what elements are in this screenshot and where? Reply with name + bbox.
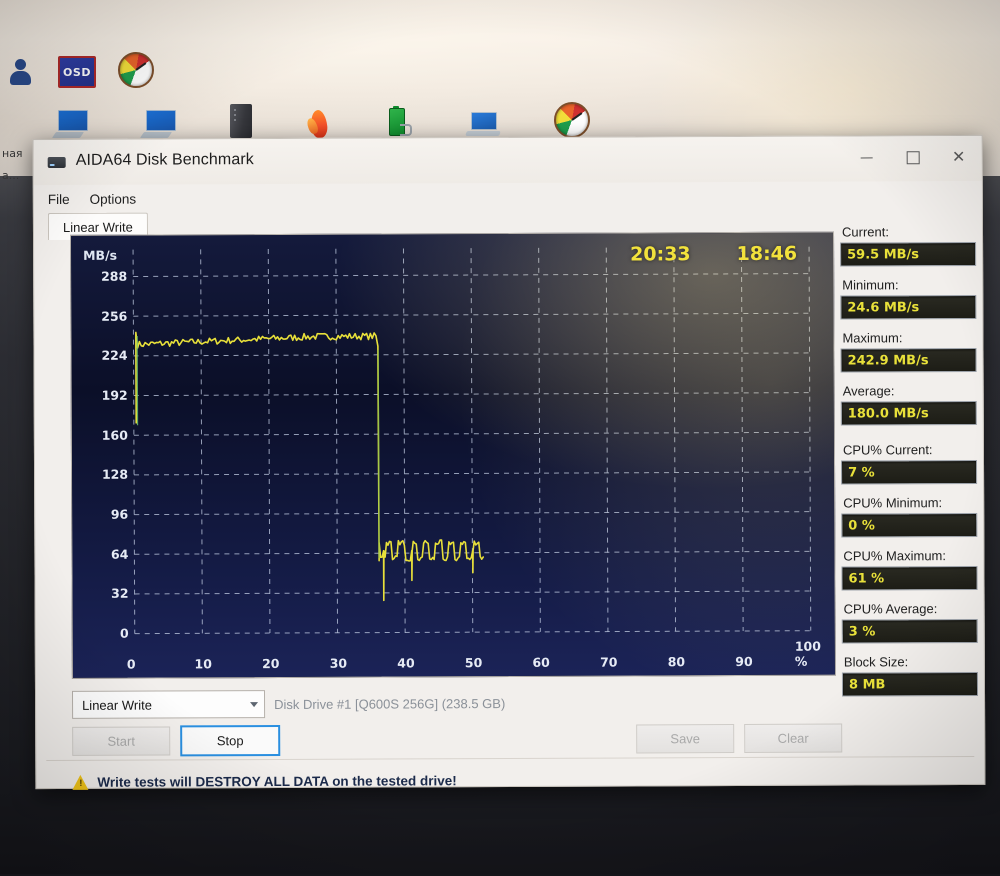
chart-y-tick: 0 bbox=[73, 626, 129, 641]
stat-label: Maximum: bbox=[842, 330, 976, 346]
stat-label: Minimum: bbox=[842, 277, 976, 293]
controls-row-buttons: Start Stop Save Clear bbox=[72, 723, 842, 757]
stat-label: CPU% Maximum: bbox=[843, 548, 977, 564]
stat-label: CPU% Current: bbox=[843, 442, 977, 458]
chart-x-tick: 90 bbox=[735, 654, 752, 669]
chart-x-tick: 0 bbox=[127, 657, 136, 672]
chart-canvas bbox=[71, 233, 835, 678]
close-button[interactable]: ✕ bbox=[936, 136, 982, 178]
stat-value: 0 % bbox=[848, 518, 875, 533]
controls-row-top: Linear Write Disk Drive #1 [Q600S 256G] … bbox=[72, 688, 842, 719]
osd-icon-label: OSD bbox=[63, 66, 91, 79]
chart-y-tick: 128 bbox=[72, 467, 128, 482]
desktop-label-partial-1: ная bbox=[2, 146, 23, 162]
stat-value-field: 61 % bbox=[841, 566, 977, 591]
stat-value: 59.5 MB/s bbox=[847, 247, 919, 262]
desktop-pc-icon[interactable] bbox=[54, 110, 88, 138]
chart-x-tick: 80 bbox=[668, 654, 685, 669]
laptop-icon[interactable] bbox=[466, 112, 500, 138]
controls-panel: Linear Write Disk Drive #1 [Q600S 256G] … bbox=[72, 688, 842, 790]
chart-y-tick: 288 bbox=[71, 269, 127, 284]
stat-value-field: 242.9 MB/s bbox=[841, 348, 977, 373]
stat-value-field: 3 % bbox=[842, 619, 978, 644]
menu-item-options[interactable]: Options bbox=[90, 191, 137, 206]
chart-x-tick: 70 bbox=[600, 655, 617, 670]
window-title: AIDA64 Disk Benchmark bbox=[76, 151, 254, 170]
stat-label: Current: bbox=[842, 224, 976, 240]
menu-item-file[interactable]: File bbox=[48, 191, 70, 206]
window-controls: ✕ bbox=[844, 136, 982, 179]
stat-value-field: 24.6 MB/s bbox=[840, 295, 976, 320]
stat-label: CPU% Minimum: bbox=[843, 495, 977, 511]
stat-value-field: 8 MB bbox=[842, 672, 978, 697]
desktop-icon-row-1: OSD bbox=[6, 52, 154, 88]
minimize-button[interactable] bbox=[844, 136, 890, 178]
stat-label: Average: bbox=[843, 383, 977, 399]
statistics-panel: Current: 59.5 MB/s Minimum: 24.6 MB/s Maximu… bbox=[840, 224, 978, 708]
chart-x-tick: 60 bbox=[532, 655, 549, 670]
stat-value: 242.9 MB/s bbox=[848, 353, 929, 368]
title-bar[interactable]: AIDA64 Disk Benchmark ✕ bbox=[34, 136, 982, 185]
chart-x-tick: 100 % bbox=[795, 639, 835, 669]
people-icon[interactable] bbox=[6, 58, 36, 88]
warning-icon bbox=[72, 775, 89, 790]
stat-label: Block Size: bbox=[844, 654, 978, 670]
remaining-time: 18:46 bbox=[737, 243, 798, 265]
stat-label: CPU% Average: bbox=[844, 601, 978, 617]
stat-value: 8 MB bbox=[849, 677, 885, 692]
chart-y-axis-unit: MB/s bbox=[83, 248, 117, 263]
stat-value: 180.0 MB/s bbox=[848, 406, 929, 421]
aida64-disk-benchmark-window: AIDA64 Disk Benchmark ✕ File Options Lin… bbox=[33, 135, 986, 789]
chart-x-tick: 40 bbox=[397, 655, 414, 670]
chart-y-tick: 96 bbox=[72, 507, 128, 522]
desktop-icon-row-2 bbox=[54, 102, 590, 138]
chart-x-tick: 50 bbox=[465, 655, 482, 670]
chart-timers: 20:33 18:46 bbox=[630, 243, 797, 266]
chart-y-tick: 64 bbox=[72, 546, 128, 561]
desktop-label-partial-2: а... bbox=[2, 168, 19, 184]
chart-y-tick: 160 bbox=[72, 427, 128, 442]
stat-value: 61 % bbox=[848, 571, 884, 586]
maximize-button[interactable] bbox=[890, 136, 936, 178]
chart-y-tick: 224 bbox=[71, 348, 127, 363]
start-button[interactable]: Start bbox=[72, 726, 170, 755]
benchmark-chart: MB/s 20:33 18:46 0 32 64 96 128 160 192 224 256 2… bbox=[70, 232, 836, 679]
desktop-pc-icon[interactable] bbox=[142, 110, 176, 138]
test-mode-value: Linear Write bbox=[82, 697, 152, 712]
osd-icon[interactable]: OSD bbox=[58, 56, 96, 88]
chart-x-tick: 10 bbox=[194, 656, 211, 671]
save-button[interactable]: Save bbox=[636, 724, 734, 753]
gauge-icon[interactable] bbox=[118, 52, 154, 88]
disk-icon bbox=[48, 157, 66, 168]
gauge-icon[interactable] bbox=[554, 102, 590, 138]
stat-value-field: 180.0 MB/s bbox=[841, 401, 977, 426]
selected-drive-label: Disk Drive #1 [Q600S 256G] (238.5 GB) bbox=[274, 696, 505, 712]
server-tower-icon[interactable] bbox=[230, 104, 252, 138]
clear-button[interactable]: Clear bbox=[744, 724, 842, 753]
chart-y-tick: 32 bbox=[73, 586, 129, 601]
stat-value-field: 0 % bbox=[841, 513, 977, 538]
stat-value: 7 % bbox=[848, 465, 875, 480]
chart-y-tick: 192 bbox=[72, 388, 128, 403]
elapsed-time: 20:33 bbox=[630, 243, 691, 265]
stat-value-field: 7 % bbox=[841, 460, 977, 485]
stop-button[interactable]: Stop bbox=[180, 725, 280, 756]
menu-bar: File Options bbox=[34, 181, 982, 213]
stat-value-field: 59.5 MB/s bbox=[840, 242, 976, 267]
warning-message: Write tests will DESTROY ALL DATA on the… bbox=[97, 773, 456, 790]
test-mode-select[interactable]: Linear Write bbox=[72, 690, 265, 719]
chart-x-tick: 20 bbox=[262, 656, 279, 671]
chart-y-tick: 256 bbox=[71, 308, 127, 323]
flame-icon[interactable] bbox=[306, 104, 332, 138]
stat-value: 24.6 MB/s bbox=[847, 300, 919, 315]
chevron-down-icon bbox=[250, 702, 258, 707]
battery-icon[interactable] bbox=[386, 106, 412, 138]
stat-value: 3 % bbox=[849, 624, 876, 639]
chart-x-tick: 30 bbox=[330, 656, 347, 671]
